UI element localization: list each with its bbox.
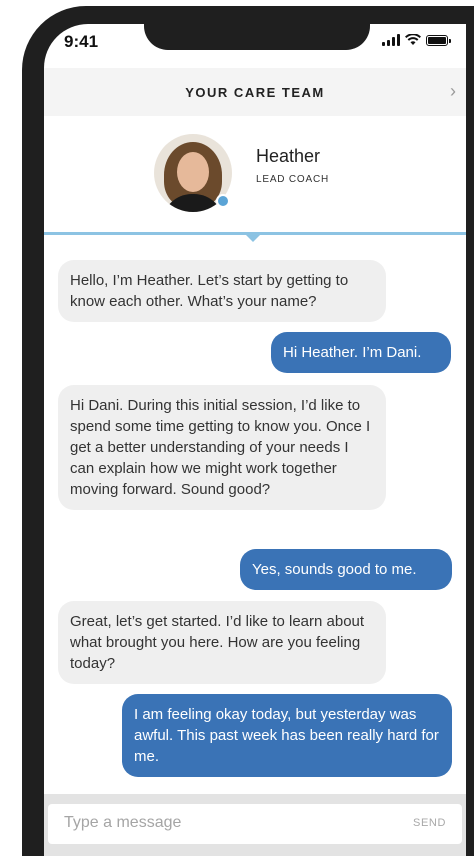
coach-message: Hello, I’m Heather. Let’s start by getti…: [58, 260, 386, 322]
user-message: Yes, sounds good to me.: [240, 549, 452, 590]
message-input[interactable]: [64, 814, 364, 832]
status-time: 9:41: [64, 32, 99, 51]
app-screen: 9:41 YOUR CARE TEAM › Heather LEAD COACH…: [44, 24, 466, 856]
send-button[interactable]: SEND: [413, 817, 446, 829]
user-message: I am feeling okay today, but yesterday w…: [122, 694, 452, 777]
user-message: Hi Heather. I’m Dani.: [271, 332, 451, 373]
coach-avatar[interactable]: [154, 134, 232, 212]
coach-card[interactable]: Heather LEAD COACH: [44, 116, 466, 232]
coach-message: Great, let’s get started. I’d like to le…: [58, 601, 386, 684]
coach-name: Heather: [256, 146, 321, 166]
coach-message: Hi Dani. During this initial session, I’…: [58, 385, 386, 510]
chevron-right-icon[interactable]: ›: [450, 81, 456, 102]
battery-icon: [426, 34, 451, 46]
status-icons: [382, 34, 451, 46]
online-status-icon: [216, 194, 230, 208]
coach-role: LEAD COACH: [256, 174, 330, 185]
chat-thread[interactable]: Hello, I’m Heather. Let’s start by getti…: [44, 235, 466, 795]
signal-icon: [382, 34, 400, 46]
device-notch: [144, 24, 370, 50]
page-title: YOUR CARE TEAM: [185, 84, 325, 100]
wifi-icon: [405, 34, 421, 45]
care-team-header[interactable]: YOUR CARE TEAM ›: [44, 68, 466, 116]
message-composer: SEND: [44, 794, 466, 856]
composer-box[interactable]: SEND: [48, 804, 462, 844]
